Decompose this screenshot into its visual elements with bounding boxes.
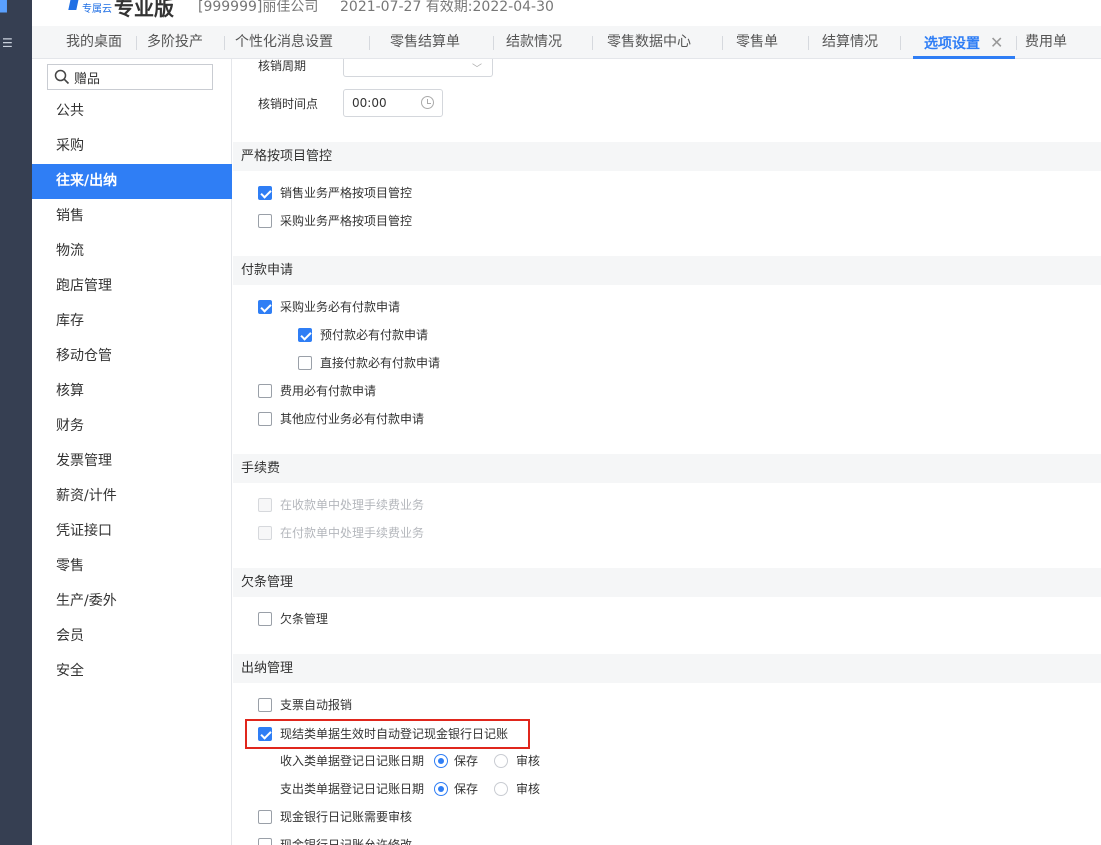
tab-retail-order[interactable]: 零售单 — [736, 26, 778, 59]
checkbox-checked[interactable] — [258, 727, 272, 741]
sidebar-item-retail[interactable]: 零售 — [32, 549, 232, 584]
sidebar-item-payroll[interactable]: 薪资/计件 — [32, 479, 232, 514]
tab-divider — [224, 36, 225, 50]
brand-logo-icon — [68, 0, 80, 10]
sidebar-search[interactable] — [47, 64, 213, 90]
tab-retail-data[interactable]: 零售数据中心 — [607, 26, 691, 59]
writeoff-time-value: 00:00 — [352, 96, 387, 110]
sidebar-item-invoice[interactable]: 发票管理 — [32, 444, 232, 479]
section-handling-fee: 手续费 — [233, 454, 1101, 483]
section-cashier: 出纳管理 — [233, 654, 1101, 683]
radio-income-save[interactable] — [434, 754, 448, 768]
tab-option-settings-label: 选项设置 — [924, 36, 980, 52]
sidebar-item-costing[interactable]: 核算 — [32, 374, 232, 409]
writeoff-time-input[interactable]: 00:00 — [343, 89, 443, 117]
sidebar-item-logistics[interactable]: 物流 — [32, 234, 232, 269]
sidebar-item-sales[interactable]: 销售 — [32, 199, 232, 234]
checkbox-unchecked[interactable] — [258, 412, 272, 426]
tab-multi-stage[interactable]: 多阶投产 — [147, 26, 203, 59]
tab-divider — [369, 36, 370, 50]
checkbox-unchecked[interactable] — [258, 384, 272, 398]
checkbox-disabled — [258, 526, 272, 540]
tab-bar: 我的桌面 多阶投产 个性化消息设置 零售结算单 结款情况 零售数据中心 零售单 … — [32, 26, 1101, 59]
tab-expense-order[interactable]: 费用单 — [1025, 26, 1067, 59]
logo-fragment-icon: ▌ — [0, 0, 14, 13]
checkbox-unchecked[interactable] — [258, 698, 272, 712]
sidebar-item-accounts-cashier[interactable]: 往来/出纳 — [32, 164, 232, 199]
expense-journal-date-label: 支出类单据登记日记账日期 — [280, 782, 425, 796]
sidebar-item-inventory[interactable]: 库存 — [32, 304, 232, 339]
radio-expense-audit[interactable] — [494, 782, 508, 796]
sidebar-item-store-visit[interactable]: 跑店管理 — [32, 269, 232, 304]
rail-menu-icon[interactable]: ☰ — [2, 36, 13, 50]
tab-divider — [136, 36, 137, 50]
tab-divider — [808, 36, 809, 50]
tab-divider — [1016, 36, 1017, 50]
expense-journal-date-row: 支出类单据登记日记账日期 保存 审核 — [280, 779, 540, 799]
checkbox-unchecked[interactable] — [258, 214, 272, 228]
tab-option-settings[interactable]: 选项设置 ✕ — [924, 26, 1003, 59]
section-project-control: 严格按项目管控 — [233, 142, 1101, 171]
top-header: 专属云 专业版 [999999]丽佳公司 2021-07-27 有效期:2022… — [32, 0, 1101, 26]
license-dates: 2021-07-27 有效期:2022-04-30 — [340, 0, 554, 15]
tab-divider — [592, 36, 593, 50]
clock-icon — [421, 96, 434, 109]
checkbox-unchecked[interactable] — [298, 356, 312, 370]
writeoff-cycle-select[interactable]: ﹀ — [343, 59, 493, 77]
radio-income-audit[interactable] — [494, 754, 508, 768]
income-journal-date-row: 收入类单据登记日记账日期 保存 审核 — [280, 751, 540, 771]
tab-retail-settlement[interactable]: 零售结算单 — [390, 26, 460, 59]
checkbox-unchecked[interactable] — [258, 810, 272, 824]
settings-sidebar: 公共 采购 往来/出纳 销售 物流 跑店管理 库存 移动仓管 核算 财务 发票管… — [32, 59, 232, 845]
checkbox-disabled — [258, 498, 272, 512]
tab-divider — [722, 36, 723, 50]
company-name: [999999]丽佳公司 — [198, 0, 319, 15]
sidebar-item-common[interactable]: 公共 — [32, 94, 232, 129]
sidebar-item-production[interactable]: 生产/委外 — [32, 584, 232, 619]
sidebar-item-purchase[interactable]: 采购 — [32, 129, 232, 164]
radio-income-audit-label: 审核 — [516, 754, 541, 768]
income-journal-date-label: 收入类单据登记日记账日期 — [280, 754, 425, 768]
checkbox-unchecked[interactable] — [258, 612, 272, 626]
sidebar-item-finance[interactable]: 财务 — [32, 409, 232, 444]
brand-subtitle: 专属云 — [82, 4, 112, 15]
search-icon — [54, 69, 70, 85]
checkbox-checked[interactable] — [298, 328, 312, 342]
writeoff-time-label: 核销时间点 — [258, 97, 319, 111]
sidebar-item-mobile-warehouse[interactable]: 移动仓管 — [32, 339, 232, 374]
tab-settlement-status[interactable]: 结算情况 — [822, 26, 878, 59]
tab-divider — [493, 36, 494, 50]
tab-payment-status[interactable]: 结款情况 — [506, 26, 562, 59]
section-payment-request: 付款申请 — [233, 256, 1101, 285]
checkbox-checked[interactable] — [258, 300, 272, 314]
close-icon[interactable]: ✕ — [990, 33, 1003, 52]
sidebar-item-security[interactable]: 安全 — [32, 654, 232, 689]
left-rail: ▌ ☰ — [0, 0, 32, 845]
checkbox-unchecked[interactable] — [258, 838, 272, 845]
chevron-down-icon: ﹀ — [472, 64, 482, 75]
radio-expense-audit-label: 审核 — [516, 782, 541, 796]
section-iou: 欠条管理 — [233, 568, 1101, 597]
search-input[interactable] — [74, 67, 204, 87]
checkbox-checked[interactable] — [258, 186, 272, 200]
radio-expense-save[interactable] — [434, 782, 448, 796]
brand-name: 专业版 — [114, 0, 174, 20]
sidebar-item-voucher[interactable]: 凭证接口 — [32, 514, 232, 549]
settings-content: 核销周期 ﹀ 核销时间点 00:00 严格按项目管控 销售业务严格按项目管控 采… — [233, 59, 1101, 845]
radio-expense-save-label: 保存 — [454, 782, 479, 796]
tab-divider — [900, 36, 901, 50]
radio-income-save-label: 保存 — [454, 754, 479, 768]
tab-personal-message[interactable]: 个性化消息设置 — [235, 26, 333, 59]
writeoff-cycle-label: 核销周期 — [258, 59, 307, 73]
tab-my-desktop[interactable]: 我的桌面 — [66, 26, 122, 59]
sidebar-item-member[interactable]: 会员 — [32, 619, 232, 654]
